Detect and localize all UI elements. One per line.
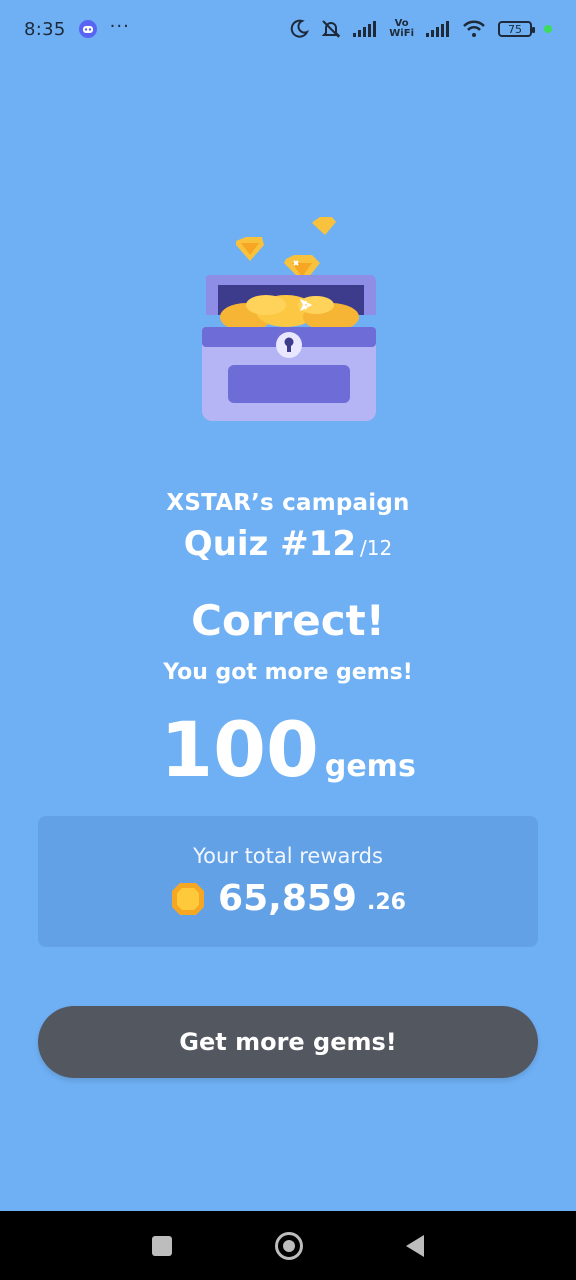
result-subline: You got more gems! [163,660,413,685]
vowifi-indicator: Vo WiFi [389,19,414,39]
floating-gem-icon [236,237,264,261]
vowifi-bottom: WiFi [389,28,414,39]
gems-amount: 100 [160,705,319,794]
discord-icon [78,20,97,38]
system-nav-bar [0,1211,576,1280]
treasure-chest-icon [202,217,376,421]
rewards-label: Your total rewards [193,844,383,868]
quiz-progress: Quiz #12/12 [0,524,576,564]
get-more-gems-button[interactable]: Get more gems! [38,1006,538,1078]
moon-icon [291,19,310,38]
floating-gem-icon [312,217,336,235]
home-button[interactable] [274,1231,303,1260]
back-button[interactable] [406,1234,425,1257]
status-right: Vo WiFi 75 [289,19,552,39]
status-bar: 8:35 ··· Vo WiFi 75 [0,0,576,58]
gem-icon [172,882,205,915]
quiz-label: Quiz #12 [183,524,356,564]
rewards-value: 65,859 .26 [38,878,538,919]
signal-icon [353,21,377,37]
quiz-total: /12 [360,536,393,560]
battery-icon: 75 [498,21,535,37]
total-rewards-card: Your total rewards 65,859 .26 [38,816,538,947]
wifi-icon [463,20,485,37]
overflow-dots: ··· [109,15,130,37]
gems-earned: 100 gems [0,712,576,788]
recents-button[interactable] [151,1235,172,1256]
clock: 8:35 [24,18,66,40]
campaign-title: XSTAR’s campaign [166,490,410,516]
total-rewards-value: 65,859 [218,878,357,919]
result-headline: Correct! [191,596,385,645]
privacy-dot [544,25,552,33]
bell-off-icon [321,20,341,38]
status-left: 8:35 ··· [24,15,130,40]
gems-unit: gems [324,749,416,784]
total-rewards-decimal: .26 [366,890,406,915]
signal-icon-2 [426,21,449,37]
